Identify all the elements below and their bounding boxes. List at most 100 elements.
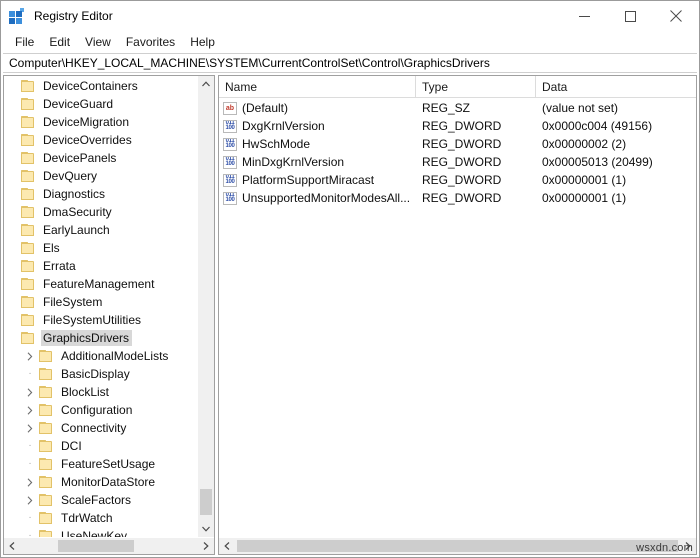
menu-item-favorites[interactable]: Favorites bbox=[119, 33, 183, 51]
chevron-right-icon[interactable] bbox=[22, 473, 38, 491]
close-button[interactable] bbox=[653, 1, 699, 31]
tree-item[interactable]: Errata bbox=[4, 257, 197, 275]
value-type-cell: REG_DWORD bbox=[422, 137, 502, 151]
chevron-right-icon[interactable] bbox=[22, 491, 38, 509]
value-data-cell: 0x0000c004 (49156) bbox=[542, 119, 653, 133]
tree-item-label: TdrWatch bbox=[61, 511, 113, 525]
tree-item[interactable]: DeviceMigration bbox=[4, 113, 197, 131]
tree-item[interactable]: FileSystemUtilities bbox=[4, 311, 197, 329]
value-row[interactable]: 011 100 UnsupportedMonitorModesAll... REG_D… bbox=[219, 189, 696, 207]
value-name-cell: 011 100 MinDxgKrnlVersion bbox=[219, 155, 416, 169]
tree-connector bbox=[4, 77, 20, 95]
chevron-right-icon[interactable] bbox=[22, 383, 38, 401]
tree-item[interactable]: · DCI bbox=[4, 437, 197, 455]
menu-item-edit[interactable]: Edit bbox=[42, 33, 78, 51]
tree-item[interactable]: Connectivity bbox=[4, 419, 197, 437]
chevron-right-icon[interactable] bbox=[22, 347, 38, 365]
tree-scroll-up-button[interactable] bbox=[198, 76, 214, 92]
folder-icon bbox=[20, 97, 36, 111]
column-header-type[interactable]: Type bbox=[416, 76, 536, 97]
chevron-right-icon[interactable] bbox=[22, 401, 38, 419]
values-horizontal-scrollbar[interactable] bbox=[219, 537, 696, 554]
dword-value-icon: 011 100 bbox=[223, 155, 237, 169]
tree-item[interactable]: DmaSecurity bbox=[4, 203, 197, 221]
folder-icon bbox=[20, 241, 36, 255]
tree-item[interactable]: MonitorDataStore bbox=[4, 473, 197, 491]
value-row[interactable]: 011 100 MinDxgKrnlVersion REG_DWORD 0x000050… bbox=[219, 153, 696, 171]
column-header-name[interactable]: Name bbox=[219, 76, 416, 97]
tree-item[interactable]: · UseNewKey bbox=[4, 527, 197, 537]
menu-item-view[interactable]: View bbox=[78, 33, 119, 51]
tree-connector bbox=[4, 311, 20, 329]
tree-item[interactable]: Diagnostics bbox=[4, 185, 197, 203]
menu-item-help[interactable]: Help bbox=[183, 33, 223, 51]
tree-item[interactable]: DeviceContainers bbox=[4, 77, 197, 95]
folder-icon bbox=[20, 313, 36, 327]
tree-connector bbox=[4, 293, 20, 311]
tree-item[interactable]: FeatureManagement bbox=[4, 275, 197, 293]
tree-item[interactable]: BlockList bbox=[4, 383, 197, 401]
value-row[interactable]: 011 100 HwSchMode REG_DWORD 0x00000002 (2) bbox=[219, 135, 696, 153]
minimize-button[interactable] bbox=[561, 1, 607, 31]
folder-icon bbox=[38, 529, 54, 537]
tree-scroll-thumb[interactable] bbox=[200, 489, 212, 515]
folder-icon bbox=[20, 259, 36, 273]
value-row[interactable]: 011 100 PlatformSupportMiracast REG_DWORD 0x… bbox=[219, 171, 696, 189]
value-row[interactable]: ab (Default) REG_SZ (value not set) bbox=[219, 99, 696, 117]
tree-item[interactable]: · FeatureSetUsage bbox=[4, 455, 197, 473]
value-name: PlatformSupportMiracast bbox=[242, 173, 375, 187]
registry-tree[interactable]: DeviceContainers DeviceGuard DeviceMigrati… bbox=[4, 76, 197, 537]
tree-item[interactable]: DeviceOverrides bbox=[4, 131, 197, 149]
tree-scroll-down-button[interactable] bbox=[198, 521, 214, 537]
tree-hscroll-thumb[interactable] bbox=[58, 540, 134, 552]
value-data-cell: 0x00000002 (2) bbox=[542, 137, 627, 151]
tree-connector bbox=[4, 257, 20, 275]
values-hscroll-thumb[interactable] bbox=[237, 540, 678, 552]
folder-icon bbox=[20, 79, 36, 93]
registry-values-list[interactable]: ab (Default) REG_SZ (value not set) 011 100 Dx… bbox=[219, 98, 696, 537]
tree-item[interactable]: DeviceGuard bbox=[4, 95, 197, 113]
tree-vertical-scrollbar[interactable] bbox=[197, 76, 214, 537]
tree-connector bbox=[4, 221, 20, 239]
dword-value-icon: 011 100 bbox=[223, 191, 237, 205]
tree-item[interactable]: FileSystem bbox=[4, 293, 197, 311]
maximize-button[interactable] bbox=[607, 1, 653, 31]
tree-item[interactable]: GraphicsDrivers bbox=[4, 329, 197, 347]
value-name-cell: 011 100 HwSchMode bbox=[219, 137, 416, 151]
column-header-data[interactable]: Data bbox=[536, 76, 696, 97]
tree-item-label: AdditionalModeLists bbox=[61, 349, 169, 363]
tree-connector: · bbox=[28, 512, 32, 523]
tree-item[interactable]: AdditionalModeLists bbox=[4, 347, 197, 365]
value-type-cell: REG_DWORD bbox=[422, 155, 502, 169]
tree-item[interactable]: DevicePanels bbox=[4, 149, 197, 167]
value-data-cell: 0x00005013 (20499) bbox=[542, 155, 653, 169]
tree-item[interactable]: DevQuery bbox=[4, 167, 197, 185]
folder-icon bbox=[20, 295, 36, 309]
tree-item-label: FeatureSetUsage bbox=[61, 457, 156, 471]
values-hscroll-track[interactable] bbox=[235, 538, 680, 554]
tree-item[interactable]: · BasicDisplay bbox=[4, 365, 197, 383]
tree-item[interactable]: EarlyLaunch bbox=[4, 221, 197, 239]
folder-icon bbox=[20, 151, 36, 165]
menu-item-file[interactable]: File bbox=[8, 33, 42, 51]
tree-horizontal-scrollbar[interactable] bbox=[4, 537, 214, 554]
tree-scroll-track[interactable] bbox=[198, 92, 214, 521]
chevron-right-icon[interactable] bbox=[22, 419, 38, 437]
tree-hscroll-track[interactable] bbox=[20, 538, 198, 554]
tree-scroll-right-button[interactable] bbox=[198, 538, 214, 554]
value-name-cell: 011 100 UnsupportedMonitorModesAll... bbox=[219, 191, 416, 205]
folder-icon bbox=[20, 223, 36, 237]
registry-tree-body: DeviceContainers DeviceGuard DeviceMigrati… bbox=[4, 76, 214, 537]
tree-item[interactable]: Els bbox=[4, 239, 197, 257]
folder-icon bbox=[38, 367, 54, 381]
address-bar[interactable]: Computer\HKEY_LOCAL_MACHINE\SYSTEM\Curre… bbox=[3, 53, 697, 73]
tree-item[interactable]: ScaleFactors bbox=[4, 491, 197, 509]
value-row[interactable]: 011 100 DxgKrnlVersion REG_DWORD 0x0000c004 … bbox=[219, 117, 696, 135]
tree-scroll-left-button[interactable] bbox=[4, 538, 20, 554]
values-scroll-left-button[interactable] bbox=[219, 538, 235, 554]
tree-connector bbox=[4, 203, 20, 221]
tree-item-label: GraphicsDrivers bbox=[41, 330, 133, 346]
tree-item[interactable]: · TdrWatch bbox=[4, 509, 197, 527]
tree-item[interactable]: Configuration bbox=[4, 401, 197, 419]
window-title: Registry Editor bbox=[34, 9, 113, 23]
